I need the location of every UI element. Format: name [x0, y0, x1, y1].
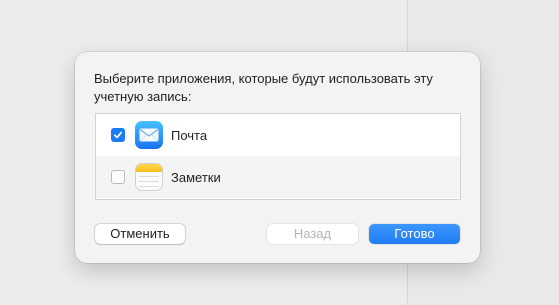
account-apps-dialog: Выберите приложения, которые будут испол… — [75, 52, 480, 263]
done-button[interactable]: Готово — [369, 224, 460, 244]
back-button[interactable]: Назад — [267, 224, 358, 244]
checkmark-icon — [113, 131, 123, 139]
notes-checkbox[interactable] — [111, 170, 125, 184]
app-name-notes: Заметки — [171, 169, 221, 185]
notes-icon — [135, 163, 163, 191]
list-item-notes[interactable]: Заметки — [96, 156, 460, 198]
cancel-button[interactable]: Отменить — [95, 224, 185, 244]
mail-checkbox[interactable] — [111, 128, 125, 142]
app-list: Почта Заметки — [95, 113, 461, 200]
dialog-prompt: Выберите приложения, которые будут испол… — [94, 71, 433, 104]
mail-icon — [135, 121, 163, 149]
list-item-mail[interactable]: Почта — [96, 114, 460, 156]
app-name-mail: Почта — [171, 127, 208, 143]
